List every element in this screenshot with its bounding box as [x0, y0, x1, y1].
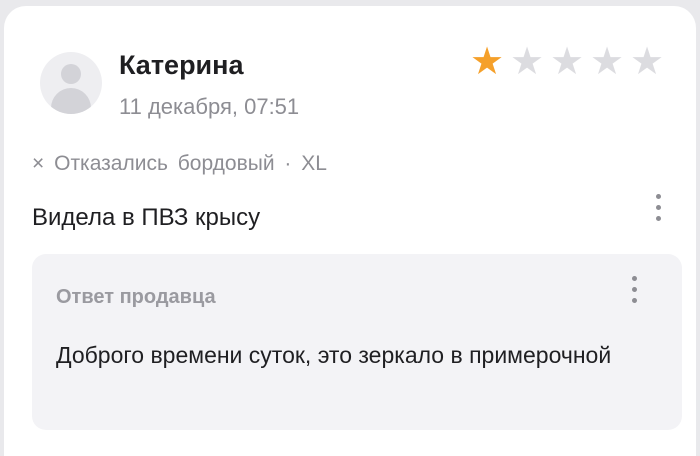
avatar-body-shape	[51, 88, 91, 114]
reply-more-menu-icon[interactable]	[624, 274, 644, 305]
seller-reply-text: Доброго времени суток, это зеркало в при…	[56, 342, 612, 368]
seller-reply-title: Ответ продавца	[56, 286, 216, 308]
cancelled-icon: ×	[32, 152, 45, 175]
star-rating: ★ ★ ★ ★ ★	[468, 42, 666, 80]
star-icon: ★	[549, 39, 585, 83]
review-text: Видела в ПВЗ крысу	[32, 204, 261, 231]
review-date: 11 декабря, 07:51	[119, 94, 300, 119]
variant-separator: ·	[284, 152, 292, 175]
avatar	[40, 52, 102, 114]
avatar-head-shape	[61, 64, 81, 84]
review-more-menu-icon[interactable]	[648, 192, 668, 223]
order-status: Отказались	[54, 152, 168, 175]
star-icon: ★	[629, 39, 665, 83]
variant-size: XL	[301, 152, 327, 175]
seller-reply-box: Ответ продавца Доброго времени суток, эт…	[32, 254, 682, 430]
star-icon: ★	[589, 39, 625, 83]
variant-color: бордовый	[177, 152, 275, 175]
order-variant-info: × Отказались бордовый · XL	[32, 152, 331, 176]
author-name: Катерина	[119, 50, 244, 80]
star-icon: ★	[509, 39, 545, 83]
star-icon: ★	[469, 39, 505, 83]
review-card: Катерина 11 декабря, 07:51 ★ ★ ★ ★ ★ × О…	[4, 6, 696, 456]
